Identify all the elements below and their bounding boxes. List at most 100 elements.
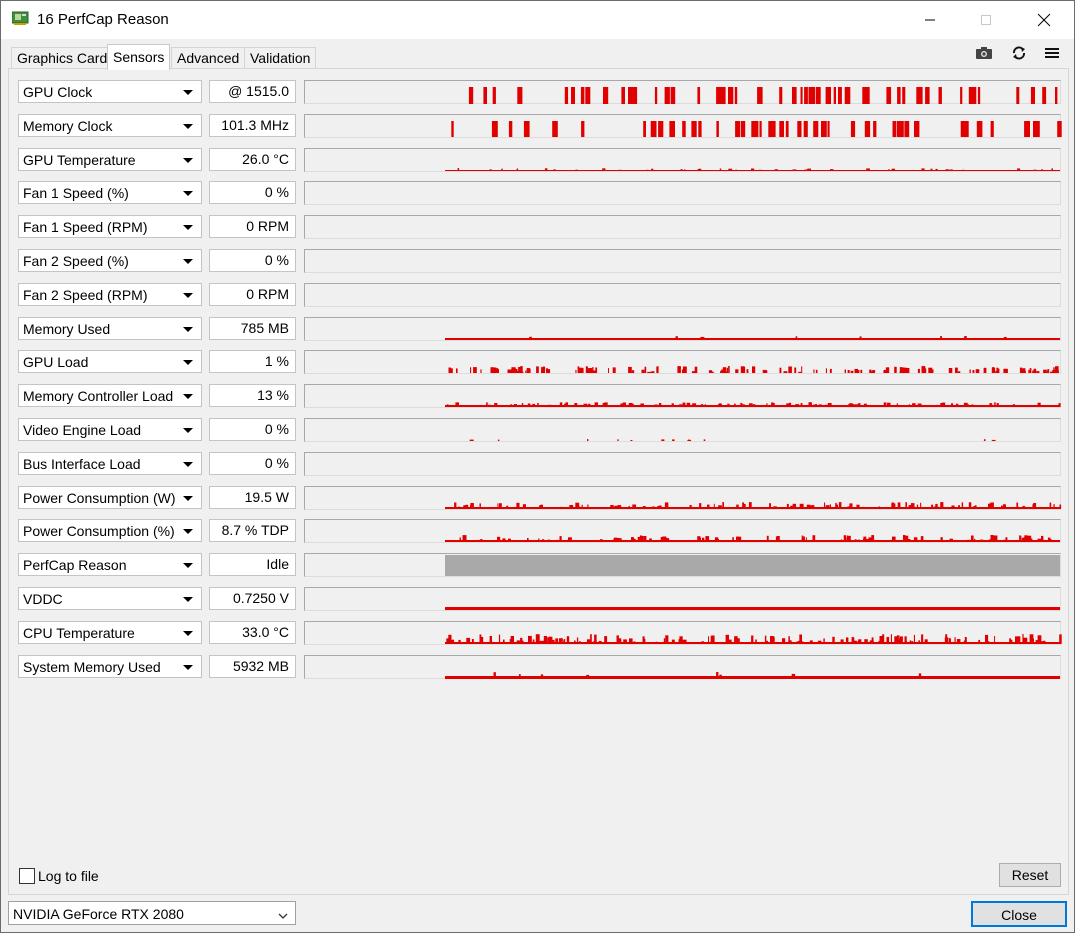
sensor-select[interactable]: CPU Temperature [18,621,202,644]
reset-button[interactable]: Reset [999,863,1061,887]
sensor-graph [304,587,1061,611]
sensor-graph [304,553,1061,577]
sensor-graph [304,350,1061,374]
sensor-select[interactable]: Memory Controller Load [18,384,202,407]
gpu-card-icon [11,11,30,26]
dropdown-arrow-icon [183,428,193,433]
dropdown-arrow-icon [183,563,193,568]
sensor-name: Fan 1 Speed (%) [23,185,129,201]
close-window-button[interactable] [1015,1,1073,39]
sensor-row: Video Engine Load 0 % [18,418,1062,443]
gpu-select[interactable]: NVIDIA GeForce RTX 2080 [8,901,296,925]
dropdown-arrow-icon [183,158,193,163]
sensor-row: System Memory Used 5932 MB [18,655,1062,680]
sensor-value: 101.3 MHz [209,114,296,137]
title-bar: 16 PerfCap Reason [1,1,1074,39]
sensor-graph-plot [469,439,996,441]
sensor-graph-plot [445,634,1062,644]
minimize-button[interactable] [901,1,959,39]
window-title: 16 PerfCap Reason [37,11,169,28]
sensor-name: Bus Interface Load [23,456,141,472]
sensor-name: Power Consumption (W) [23,490,176,506]
sensor-graph [304,486,1062,510]
sensor-graph [304,317,1061,341]
sensor-row: GPU Temperature 26.0 °C [18,148,1062,173]
tab-graphics-card[interactable]: Graphics Card [11,47,114,69]
sensor-graph-plot [445,555,1060,576]
dropdown-arrow-icon [183,327,193,332]
sensor-graph-plot [448,366,1059,373]
dropdown-arrow-icon [183,90,193,95]
log-to-file-checkbox[interactable] [19,868,35,884]
sensor-select[interactable]: Power Consumption (W) [18,486,202,509]
dropdown-arrow-icon [183,462,193,467]
sensor-graph [304,418,1061,442]
dropdown-arrow-icon [183,496,193,501]
sensor-select[interactable]: Fan 1 Speed (RPM) [18,215,202,238]
sensor-graph-plot [305,250,1062,274]
sensor-select[interactable]: GPU Load [18,350,202,373]
sensor-name: Memory Controller Load [23,388,174,404]
sensor-graph-plot [445,607,1060,610]
sensor-name: GPU Clock [23,84,93,100]
log-to-file-label: Log to file [38,868,99,884]
maximize-button[interactable] [957,1,1015,39]
tab-sensors[interactable]: Sensors [107,44,171,70]
sensor-value: 0 % [209,418,296,441]
sensor-graph-plot [445,502,1062,509]
sensor-graph [304,114,1062,138]
tab-validation[interactable]: Validation [244,47,317,69]
sensor-select[interactable]: PerfCap Reason [18,553,202,576]
sensor-graph-plot [445,672,1060,679]
sensor-select[interactable]: Bus Interface Load [18,452,202,475]
sensor-select[interactable]: Fan 1 Speed (%) [18,181,202,204]
sensor-graph [304,452,1061,476]
camera-icon[interactable] [974,45,994,61]
sensor-graph [304,249,1061,273]
sensor-name: VDDC [23,591,63,607]
menu-icon[interactable] [1042,45,1062,61]
sensor-row: VDDC 0.7250 V [18,587,1062,612]
sensor-row: GPU Clock @ 1515.0 [18,80,1062,105]
sensor-value: 0.7250 V [209,587,296,610]
refresh-icon[interactable] [1009,45,1029,61]
dropdown-arrow-icon [183,191,193,196]
sensor-name: Memory Clock [23,118,113,134]
sensor-value: 0 RPM [209,215,296,238]
sensor-value: 19.5 W [209,486,296,509]
sensor-graph [304,519,1061,543]
dropdown-arrow-icon [183,225,193,230]
sensor-row: Fan 1 Speed (RPM) 0 RPM [18,215,1062,240]
sensor-name: Video Engine Load [23,422,142,438]
sensor-graph-plot [305,453,1062,477]
sensor-select[interactable]: Fan 2 Speed (%) [18,249,202,272]
sensor-name: Fan 2 Speed (%) [23,253,129,269]
sensor-select[interactable]: Power Consumption (%) [18,519,202,542]
dropdown-arrow-icon [183,394,193,399]
sensor-select[interactable]: Fan 2 Speed (RPM) [18,283,202,306]
dropdown-arrow-icon [183,259,193,264]
dropdown-arrow-icon [183,597,193,602]
sensor-select[interactable]: GPU Clock [18,80,202,103]
sensor-row: CPU Temperature 33.0 °C [18,621,1062,646]
sensor-name: GPU Load [23,354,89,370]
sensor-select[interactable]: Memory Used [18,317,202,340]
sensor-select[interactable]: Video Engine Load [18,418,202,441]
sensor-select[interactable]: GPU Temperature [18,148,202,171]
sensor-row: Memory Used 785 MB [18,317,1062,342]
tab-advanced[interactable]: Advanced [171,47,246,69]
sensor-graph [304,148,1061,172]
sensor-graph [304,80,1061,104]
sensor-value: 785 MB [209,317,296,340]
sensor-name: Memory Used [23,321,111,337]
close-button[interactable]: Close [971,901,1067,927]
sensor-select[interactable]: VDDC [18,587,202,610]
sensor-graph [304,621,1062,645]
sensor-select[interactable]: System Memory Used [18,655,202,678]
sensor-graph [304,655,1061,679]
sensor-value: 0 % [209,249,296,272]
sensor-graph-plot [305,216,1062,240]
sensor-row: Power Consumption (%) 8.7 % TDP [18,519,1062,544]
sensor-graph-plot [451,121,1062,137]
sensor-select[interactable]: Memory Clock [18,114,202,137]
